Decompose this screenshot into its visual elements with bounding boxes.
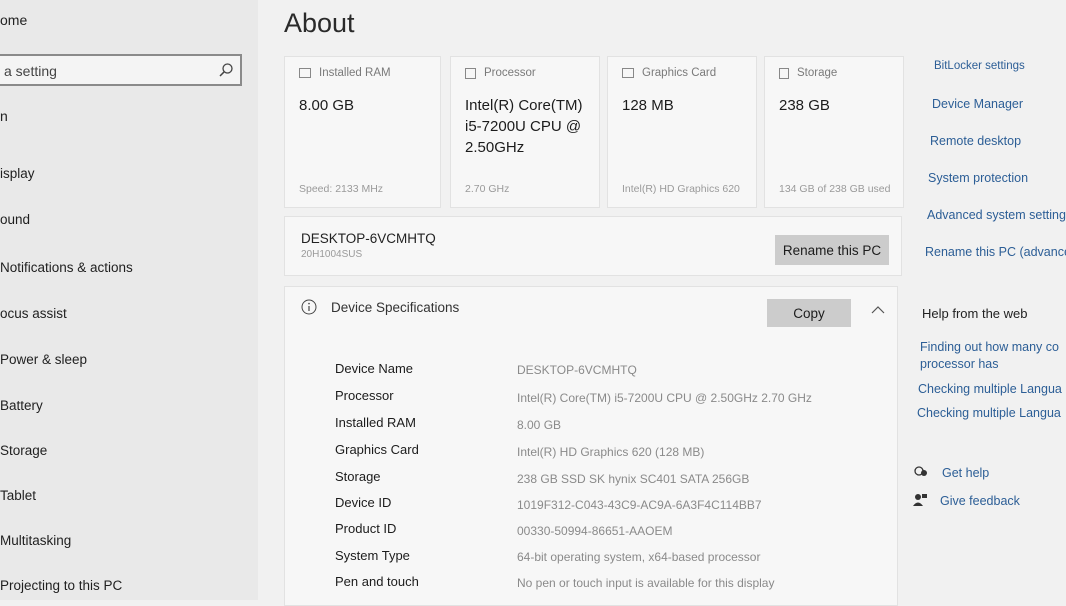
spec-value-device-id: 1019F312-C043-43C9-AC9A-6A3F4C114BB7 xyxy=(517,498,762,512)
sidebar-item-sound[interactable]: ound xyxy=(0,212,30,227)
web-link-languages-1[interactable]: Checking multiple Langua xyxy=(918,382,1062,396)
sidebar-item-projecting[interactable]: Projecting to this PC xyxy=(0,578,122,593)
ram-card-sub: Speed: 2133 MHz xyxy=(299,183,384,195)
processor-icon xyxy=(465,67,476,79)
sidebar-item-storage[interactable]: Storage xyxy=(0,443,47,458)
graphics-card: Graphics Card 128 MB Intel(R) HD Graphic… xyxy=(607,56,757,208)
sidebar-item-multitasking[interactable]: Multitasking xyxy=(0,533,71,548)
get-help-link[interactable]: Get help xyxy=(942,466,989,480)
rename-pc-advanced-link[interactable]: Rename this PC (advance xyxy=(925,245,1066,259)
spec-label-graphics-card: Graphics Card xyxy=(335,442,419,457)
graphics-card-label: Graphics Card xyxy=(642,67,717,79)
graphics-card-icon xyxy=(622,68,634,78)
storage-icon xyxy=(779,67,789,79)
graphics-card-value: 128 MB xyxy=(622,97,674,114)
ram-card-value: 8.00 GB xyxy=(299,97,355,114)
processor-card-sub: 2.70 GHz xyxy=(465,183,510,195)
storage-card-sub: 134 GB of 238 GB used xyxy=(779,183,891,195)
chevron-up-icon[interactable] xyxy=(871,305,885,315)
spec-value-graphics-card: Intel(R) HD Graphics 620 (128 MB) xyxy=(517,445,705,459)
sidebar-home-link[interactable]: ome xyxy=(0,12,27,28)
graphics-card-sub: Intel(R) HD Graphics 620 xyxy=(622,183,740,195)
processor-card-value: Intel(R) Core(TM) i5-7200U CPU @ 2.50GHz xyxy=(465,97,583,156)
copy-button[interactable]: Copy xyxy=(767,299,851,327)
settings-search-input[interactable] xyxy=(2,59,206,83)
bitlocker-settings-link[interactable]: BitLocker settings xyxy=(934,60,1025,72)
sidebar-item-notifications[interactable]: Notifications & actions xyxy=(0,260,133,275)
spec-value-installed-ram: 8.00 GB xyxy=(517,418,562,432)
give-feedback-link[interactable]: Give feedback xyxy=(940,494,1020,508)
storage-card-value: 238 GB xyxy=(779,97,830,114)
processor-card-label: Processor xyxy=(484,67,536,79)
sidebar-item-display[interactable]: isplay xyxy=(0,166,35,181)
web-link-processor-cores[interactable]: Finding out how many co xyxy=(920,340,1059,354)
settings-search-box[interactable] xyxy=(0,54,242,86)
spec-value-storage: 238 GB SSD SK hynix SC401 SATA 256GB xyxy=(517,472,750,486)
remote-desktop-link[interactable]: Remote desktop xyxy=(930,134,1021,148)
web-link-processor-cores-cont[interactable]: processor has xyxy=(920,357,999,371)
spec-label-storage: Storage xyxy=(335,469,381,484)
pc-name-row: DESKTOP-6VCMHTQ 20H1004SUS Rename this P… xyxy=(284,216,902,276)
spec-value-system-type: 64-bit operating system, x64-based proce… xyxy=(517,550,761,564)
ram-icon xyxy=(299,68,311,78)
info-icon xyxy=(301,299,317,315)
device-specifications-panel: Device Specifications Copy Device Name D… xyxy=(284,286,898,606)
pc-model: 20H1004SUS xyxy=(301,249,363,260)
help-from-web-heading: Help from the web xyxy=(922,306,1028,321)
ram-card: Installed RAM 8.00 GB Speed: 2133 MHz xyxy=(284,56,441,208)
processor-card: Processor Intel(R) Core(TM) i5-7200U CPU… xyxy=(450,56,600,208)
sidebar-section-heading: n xyxy=(0,108,8,124)
storage-card: Storage 238 GB 134 GB of 238 GB used xyxy=(764,56,904,208)
spec-value-product-id: 00330-50994-86651-AAOEM xyxy=(517,524,673,538)
ram-card-label: Installed RAM xyxy=(319,67,391,79)
sidebar-item-battery[interactable]: Battery xyxy=(0,398,43,413)
sidebar-item-tablet[interactable]: Tablet xyxy=(0,488,36,503)
spec-value-device-name: DESKTOP-6VCMHTQ xyxy=(517,363,637,377)
spec-label-system-type: System Type xyxy=(335,548,410,563)
rename-pc-button[interactable]: Rename this PC xyxy=(775,235,889,265)
sidebar-item-focus-assist[interactable]: ocus assist xyxy=(0,306,67,321)
spec-label-installed-ram: Installed RAM xyxy=(335,415,416,430)
search-icon[interactable] xyxy=(218,62,234,78)
system-protection-link[interactable]: System protection xyxy=(928,171,1028,185)
spec-label-device-id: Device ID xyxy=(335,495,392,510)
get-help-icon xyxy=(914,466,927,476)
feedback-icon xyxy=(913,494,927,506)
advanced-system-settings-link[interactable]: Advanced system setting xyxy=(927,208,1066,222)
storage-card-label: Storage xyxy=(797,67,838,79)
spec-value-processor: Intel(R) Core(TM) i5-7200U CPU @ 2.50GHz… xyxy=(517,391,812,405)
spec-label-processor: Processor xyxy=(335,388,394,403)
device-manager-link[interactable]: Device Manager xyxy=(932,97,1023,111)
page-title: About xyxy=(284,8,355,38)
sidebar-item-power-sleep[interactable]: Power & sleep xyxy=(0,352,87,367)
spec-label-device-name: Device Name xyxy=(335,361,414,376)
settings-sidebar: ome n isplay ound Notifications & action… xyxy=(0,0,258,600)
spec-title: Device Specifications xyxy=(331,299,460,315)
spec-value-pen-touch: No pen or touch input is available for t… xyxy=(517,576,775,590)
pc-name: DESKTOP-6VCMHTQ xyxy=(301,231,436,246)
web-link-languages-2[interactable]: Checking multiple Langua xyxy=(917,406,1061,420)
spec-label-product-id: Product ID xyxy=(335,521,397,536)
spec-label-pen-touch: Pen and touch xyxy=(335,574,419,589)
